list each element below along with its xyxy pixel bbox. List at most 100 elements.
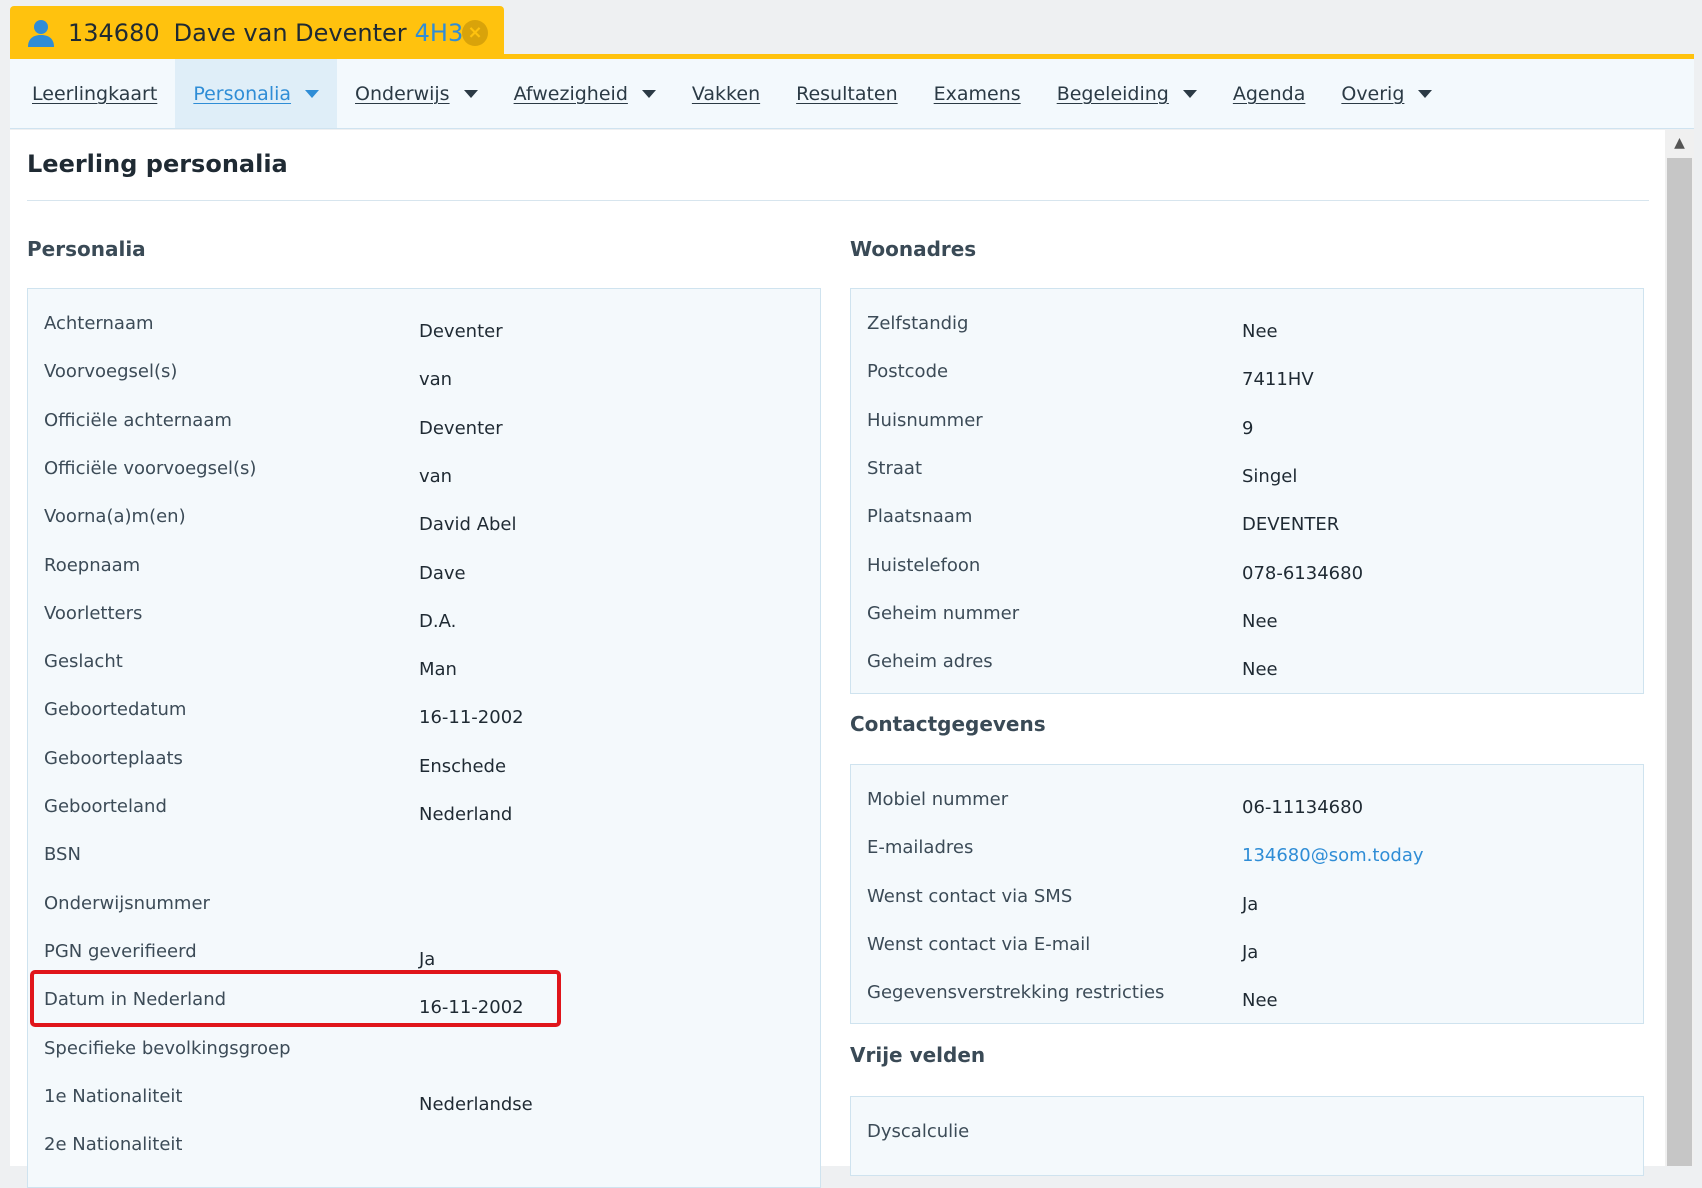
field-row: Dyscalculie [851,1107,1643,1155]
field-row: Plaatsnaam DEVENTER [851,492,1643,540]
field-value: 7411HV [1242,369,1314,391]
field-value: van [419,465,453,487]
field-row: Zelfstandig Nee [851,299,1643,347]
section-title-vrije-velden: Vrije velden [850,1043,986,1067]
scroll-up-icon[interactable]: ▲ [1665,130,1694,156]
main-nav: Leerlingkaart Personalia Onderwijs Afwez… [10,59,1694,129]
section-title-contactgegevens: Contactgegevens [850,712,1046,736]
caret-down-icon [1182,89,1197,98]
field-label: Officiële achternaam [44,409,232,431]
student-name: Dave van Deventer [173,19,407,47]
field-row: BSN [28,830,820,878]
field-row: Voorvoegsel(s) van [28,347,820,395]
field-label: Roepnaam [44,554,141,576]
nav-onderwijs[interactable]: Onderwijs [337,59,496,128]
section-title-woonadres: Woonadres [850,237,977,261]
field-row: Geboorteplaats Enschede [28,734,820,782]
field-label: Wenst contact via E-mail [867,933,1091,955]
woonadres-card: Zelfstandig Nee Postcode 7411HV Huisnummer 9 S… [850,288,1644,694]
field-row: Specifieke bevolkingsgroep [28,1024,820,1072]
nav-agenda[interactable]: Agenda [1215,59,1324,128]
field-row: Wenst contact via E-mail Ja [851,920,1643,968]
field-label: Officiële voorvoegsel(s) [44,457,257,479]
field-value: D.A. [419,610,457,632]
field-label: 1e Nationaliteit [44,1085,183,1107]
field-value: 9 [1242,417,1254,439]
scrollbar-thumb[interactable] [1667,158,1692,1166]
nav-overig[interactable]: Overig [1323,59,1450,128]
email-link[interactable]: 134680@som.today [1242,845,1424,866]
field-value: 16-11-2002 [419,707,524,729]
student-tab[interactable]: 134680 Dave van Deventer 4H3 × [10,6,504,60]
tab-strip: 134680 Dave van Deventer 4H3 × [0,0,1702,60]
field-row: Gegevensverstrekking restricties Nee [851,968,1643,1016]
page-title: Leerling personalia [27,150,288,178]
caret-down-icon [1418,89,1433,98]
field-value: Nee [1242,659,1278,681]
field-label: Wenst contact via SMS [867,885,1073,907]
nav-examens[interactable]: Examens [916,59,1039,128]
field-value: Enschede [419,755,507,777]
caret-down-icon [463,89,478,98]
field-value: Deventer [419,321,503,342]
field-label: Geboorteland [44,796,167,817]
field-row: Voorletters D.A. [28,589,820,637]
field-row: PGN geverifieerd Ja [28,927,820,975]
field-value: 06-11134680 [1242,797,1364,818]
field-row: Voorna(a)m(en) David Abel [28,492,820,540]
caret-down-icon [641,89,656,98]
field-value: Nee [1242,321,1278,342]
field-label: 2e Nationaliteit [44,1134,183,1156]
student-class: 4H3 [414,19,464,47]
field-label: Zelfstandig [867,313,969,334]
field-label: Geslacht [44,651,123,673]
field-label: Huisnummer [867,409,983,431]
content-area: Leerling personalia Personalia Achternaa… [10,130,1665,1188]
vrije-velden-card: Dyscalculie [850,1096,1644,1176]
nav-leerlingkaart[interactable]: Leerlingkaart [14,59,175,128]
field-row: 1e Nationaliteit Nederlandse [28,1072,820,1120]
student-number: 134680 [68,19,160,47]
field-value: Ja [1242,893,1259,915]
nav-personalia[interactable]: Personalia [175,59,338,128]
nav-begeleiding[interactable]: Begeleiding [1039,59,1215,128]
field-label: Geheim adres [867,651,993,673]
field-row: Straat Singel [851,444,1643,492]
field-row: Wenst contact via SMS Ja [851,872,1643,920]
field-value: Ja [1242,941,1259,963]
field-row: E-mailadres 134680@som.today [851,823,1643,871]
field-row: Onderwijsnummer [28,879,820,927]
field-value: Nee [1242,610,1278,632]
nav-resultaten[interactable]: Resultaten [778,59,916,128]
field-row: Roepnaam Dave [28,541,820,589]
field-row: Huistelefoon 078-6134680 [851,541,1643,589]
field-row: Geboortedatum 16-11-2002 [28,685,820,733]
field-value: Man [419,659,457,681]
field-label: BSN [44,844,81,866]
field-row: Officiële achternaam Deventer [28,396,820,444]
field-label: Postcode [867,361,949,383]
field-row: Geheim adres Nee [851,637,1643,685]
field-value: Nederlandse [419,1093,533,1115]
nav-vakken[interactable]: Vakken [674,59,778,128]
field-row: Mobiel nummer 06-11134680 [851,775,1643,823]
field-value: Ja [419,948,436,970]
field-value: van [419,369,453,391]
field-label: Voorna(a)m(en) [44,506,186,528]
field-label: Dyscalculie [867,1121,970,1142]
field-label: Huistelefoon [867,554,981,576]
field-row: Geslacht Man [28,637,820,685]
field-label: Geheim nummer [867,602,1020,624]
field-label: Voorletters [44,602,143,624]
field-value: Deventer [419,417,503,439]
nav-afwezigheid[interactable]: Afwezigheid [496,59,674,128]
divider [27,200,1649,201]
highlight-box [30,970,561,1027]
caret-down-icon [305,89,320,98]
contactgegevens-card: Mobiel nummer 06-11134680 E-mailadres 13468… [850,764,1644,1024]
field-label: Mobiel nummer [867,789,1009,810]
close-icon[interactable]: × [462,20,488,46]
section-title-personalia: Personalia [27,237,146,261]
person-icon [26,18,56,48]
vertical-scrollbar[interactable]: ▲ [1665,130,1694,1166]
